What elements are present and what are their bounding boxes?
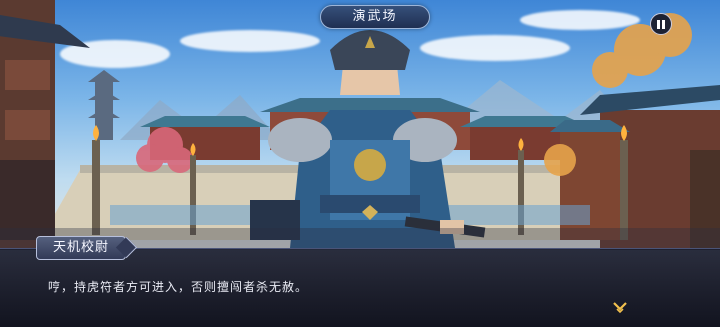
speaker-name: 天机校尉 bbox=[53, 240, 110, 255]
pause-icon-bar bbox=[662, 19, 665, 29]
location-title: 演武场 bbox=[320, 5, 430, 29]
speaker-name-plate: 天机校尉 bbox=[36, 236, 127, 260]
game-scene: 演武场 天机校尉 哼，持虎符者方可进入，否则擅闯者杀无赦。 bbox=[0, 0, 720, 327]
chevron-down-icon[interactable] bbox=[612, 300, 628, 314]
location-title-text: 演武场 bbox=[352, 9, 398, 24]
dialog-text: 哼，持虎符者方可进入，否则擅闯者杀无赦。 bbox=[48, 280, 309, 294]
pause-icon bbox=[657, 19, 660, 29]
pause-button[interactable] bbox=[650, 13, 672, 35]
